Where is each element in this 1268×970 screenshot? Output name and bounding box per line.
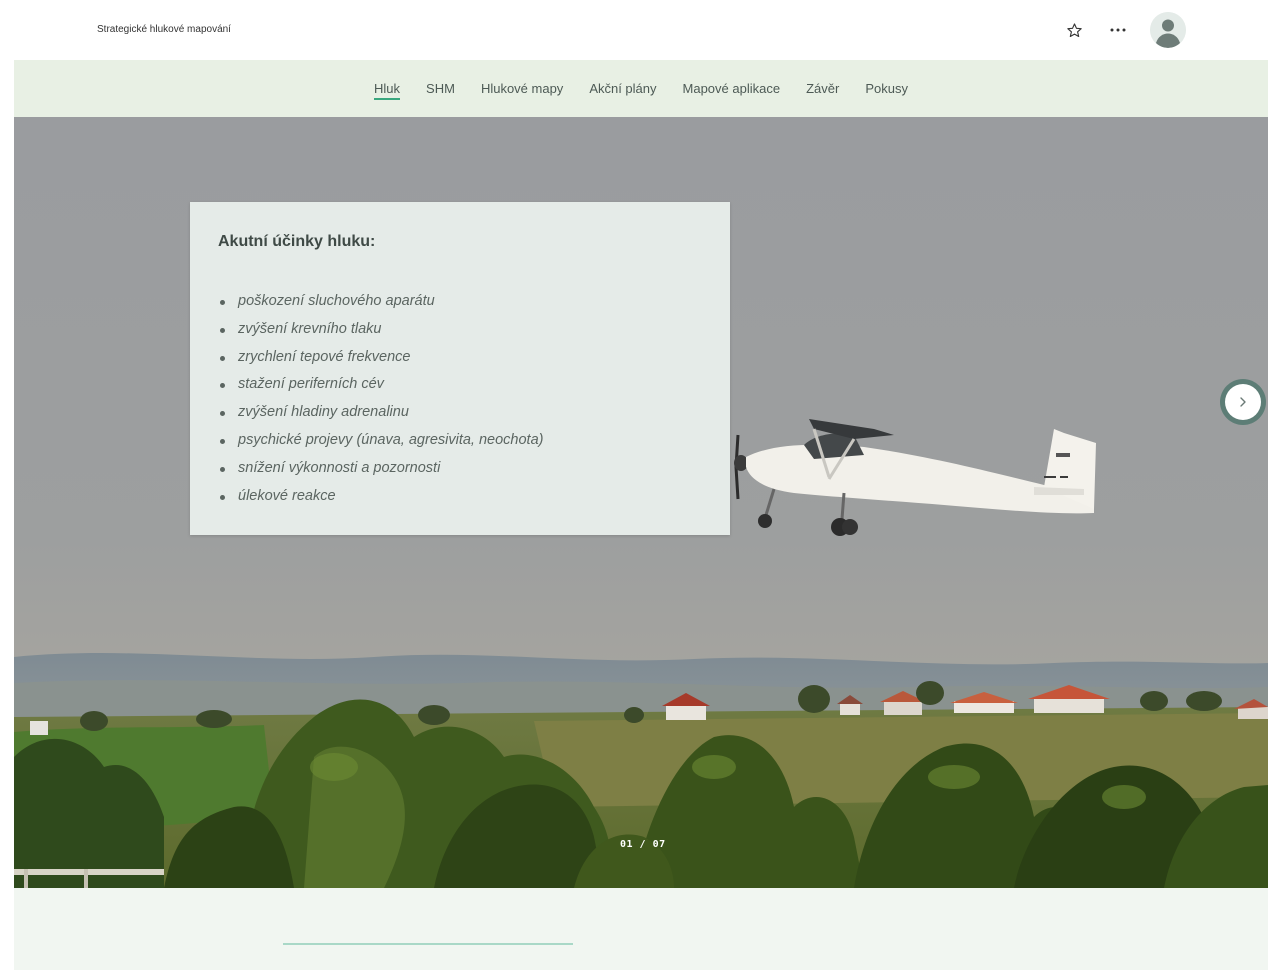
nav-item-shm[interactable]: SHM bbox=[413, 60, 468, 117]
airplane-illustration bbox=[734, 419, 1096, 536]
site-title[interactable]: Strategické hlukové mapování bbox=[97, 24, 231, 35]
top-bar: Strategické hlukové mapování bbox=[0, 0, 1268, 60]
next-slide-button[interactable] bbox=[1220, 377, 1268, 429]
page: Strategické hlukové mapování Hluk SHM Hl… bbox=[0, 0, 1268, 970]
bottom-section bbox=[14, 888, 1268, 970]
avatar-icon[interactable] bbox=[1150, 12, 1186, 48]
slide-counter: 01 / 07 bbox=[620, 839, 666, 850]
slide-bullet-list: poškození sluchového aparátu zvýšení kre… bbox=[218, 288, 543, 510]
list-item: úlekové reakce bbox=[219, 483, 543, 511]
slide-heading: Akutní účinky hluku: bbox=[218, 233, 376, 250]
nav-item-pokusy[interactable]: Pokusy bbox=[852, 60, 921, 117]
star-icon[interactable] bbox=[1062, 18, 1086, 42]
list-item: zvýšení krevního tlaku bbox=[219, 316, 543, 344]
section-divider bbox=[283, 943, 573, 945]
chevron-right-icon bbox=[1225, 384, 1261, 420]
main-nav: Hluk SHM Hlukové mapy Akční plány Mapové… bbox=[14, 60, 1268, 117]
nav-item-akcni-plany[interactable]: Akční plány bbox=[576, 60, 669, 117]
nav-item-mapove-aplikace[interactable]: Mapové aplikace bbox=[670, 60, 794, 117]
list-item: zvýšení hladiny adrenalinu bbox=[219, 399, 543, 427]
list-item: stažení periferních cév bbox=[219, 371, 543, 399]
nav-item-hlukove-mapy[interactable]: Hlukové mapy bbox=[468, 60, 576, 117]
nav-item-hluk[interactable]: Hluk bbox=[361, 60, 413, 117]
list-item: snížení výkonnosti a pozornosti bbox=[219, 455, 543, 483]
list-item: psychické projevy (únava, agresivita, ne… bbox=[219, 427, 543, 455]
hero-slide: Akutní účinky hluku: poškození sluchovéh… bbox=[14, 117, 1268, 888]
list-item: poškození sluchového aparátu bbox=[219, 288, 543, 316]
slide-text-card: Akutní účinky hluku: poškození sluchovéh… bbox=[190, 202, 730, 535]
navigation-band: Hluk SHM Hlukové mapy Akční plány Mapové… bbox=[14, 60, 1268, 117]
more-icon[interactable] bbox=[1106, 18, 1130, 42]
top-bar-actions bbox=[1062, 12, 1186, 48]
list-item: zrychlení tepové frekvence bbox=[219, 344, 543, 372]
nav-item-zaver[interactable]: Závěr bbox=[793, 60, 852, 117]
